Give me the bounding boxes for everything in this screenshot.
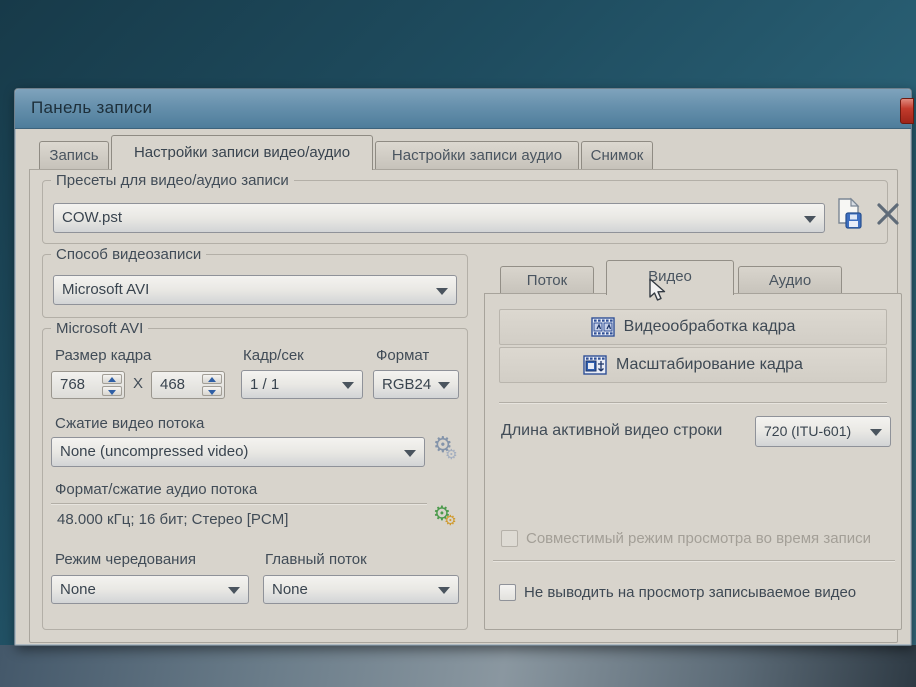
preset-selected-value: COW.pst xyxy=(62,209,122,226)
video-compression-label: Сжатие видео потока xyxy=(55,415,204,432)
frame-scaling-button[interactable]: Масштабирование кадра xyxy=(499,347,887,383)
recording-panel-window: Панель записи Запись Настройки записи ви… xyxy=(14,88,912,646)
audio-format-value: 48.000 кГц; 16 бит; Стерео [PCM] xyxy=(57,511,288,528)
frame-processing-button[interactable]: Видеообработка кадра xyxy=(499,309,887,345)
interlace-selected: None xyxy=(60,581,96,598)
frame-size-x-separator: X xyxy=(133,375,143,392)
video-method-group: Способ видеозаписи Microsoft AVI xyxy=(42,254,468,318)
rtab-stream[interactable]: Поток xyxy=(500,266,594,294)
frame-height-value: 468 xyxy=(160,376,185,393)
close-button[interactable] xyxy=(900,98,914,124)
avi-settings-group: Microsoft AVI Размер кадра 768 X 468 xyxy=(42,328,468,630)
checkbox-unchecked[interactable] xyxy=(501,530,518,547)
photo-of-monitor: Панель записи Запись Настройки записи ви… xyxy=(0,0,916,687)
spin-up-button[interactable] xyxy=(202,374,222,384)
compat-preview-label: Совместимый режим просмотра во время зап… xyxy=(526,530,871,547)
no-preview-label: Не выводить на просмотр записываемое вид… xyxy=(524,584,856,601)
chevron-down-icon xyxy=(342,382,354,389)
video-tab-panel: Видеообработка кадра Масштабирование кад… xyxy=(484,293,902,630)
rtab-video[interactable]: Видео xyxy=(606,260,734,295)
format-selected: RGB24 xyxy=(382,376,431,393)
no-preview-checkbox-row[interactable]: Не выводить на просмотр записываемое вид… xyxy=(499,584,895,601)
active-line-length-selected: 720 (ITU-601) xyxy=(764,423,851,439)
main-stream-combobox[interactable]: None xyxy=(263,575,459,604)
tab-video-audio-settings[interactable]: Настройки записи видео/аудио xyxy=(111,135,373,170)
frame-height-spinner[interactable]: 468 xyxy=(151,371,225,399)
delete-preset-button[interactable] xyxy=(875,201,901,227)
spin-down-button[interactable] xyxy=(202,386,222,396)
preset-combobox[interactable]: COW.pst xyxy=(53,203,825,233)
divider xyxy=(499,402,887,403)
video-method-selected: Microsoft AVI xyxy=(62,281,149,298)
filmstrip-scaling-icon xyxy=(583,355,607,375)
active-line-length-label: Длина активной видео строки xyxy=(501,422,722,440)
frame-width-spinner[interactable]: 768 xyxy=(51,371,125,399)
tab-snapshot[interactable]: Снимок xyxy=(581,141,653,169)
desktop-background xyxy=(0,645,916,687)
window-title: Панель записи xyxy=(31,98,152,118)
frame-size-label: Размер кадра xyxy=(55,347,151,364)
chevron-down-icon xyxy=(804,216,816,223)
tabpage-video-audio: Пресеты для видео/аудио записи COW.pst xyxy=(29,169,898,643)
filmstrip-processing-icon xyxy=(591,317,615,337)
main-stream-selected: None xyxy=(272,581,308,598)
compat-preview-checkbox-row: Совместимый режим просмотра во время зап… xyxy=(501,530,893,547)
interlace-label: Режим чередования xyxy=(55,551,196,568)
chevron-down-icon xyxy=(228,587,240,594)
video-method-group-label: Способ видеозаписи xyxy=(51,246,206,263)
avi-group-label: Microsoft AVI xyxy=(51,320,148,337)
active-line-length-combobox[interactable]: 720 (ITU-601) xyxy=(755,416,891,447)
video-method-combobox[interactable]: Microsoft AVI xyxy=(53,275,457,305)
presets-group-label: Пресеты для видео/аудио записи xyxy=(51,172,294,189)
checkbox-unchecked[interactable] xyxy=(499,584,516,601)
main-stream-label: Главный поток xyxy=(265,551,367,568)
audio-format-label: Формат/сжатие аудио потока xyxy=(55,481,257,498)
tab-record[interactable]: Запись xyxy=(39,141,109,169)
mouse-cursor xyxy=(648,278,670,309)
close-x-icon xyxy=(875,201,901,227)
fps-label: Кадр/сек xyxy=(243,347,304,364)
video-compression-selected: None (uncompressed video) xyxy=(60,443,248,460)
format-combobox[interactable]: RGB24 xyxy=(373,370,459,399)
spin-down-button[interactable] xyxy=(102,386,122,396)
fps-selected: 1 / 1 xyxy=(250,376,279,393)
chevron-down-icon xyxy=(404,450,416,457)
presets-group: Пресеты для видео/аудио записи COW.pst xyxy=(42,180,888,244)
tab-audio-settings[interactable]: Настройки записи аудио xyxy=(375,141,579,169)
frame-processing-label: Видеообработка кадра xyxy=(624,318,796,336)
spin-up-button[interactable] xyxy=(102,374,122,384)
video-compression-combobox[interactable]: None (uncompressed video) xyxy=(51,437,425,467)
fps-combobox[interactable]: 1 / 1 xyxy=(241,370,363,399)
video-codec-settings-button[interactable]: ⚙ ⚙ xyxy=(433,435,463,467)
gear-icon: ⚙ xyxy=(445,448,458,462)
save-file-icon xyxy=(835,197,863,231)
gear-icon: ⚙ xyxy=(444,514,457,528)
divider xyxy=(51,503,427,504)
rtab-audio[interactable]: Аудио xyxy=(738,266,842,294)
frame-scaling-label: Масштабирование кадра xyxy=(616,356,803,374)
titlebar[interactable]: Панель записи xyxy=(15,89,911,129)
interlace-combobox[interactable]: None xyxy=(51,575,249,604)
save-preset-button[interactable] xyxy=(835,197,863,231)
chevron-down-icon xyxy=(870,429,882,436)
audio-codec-settings-button[interactable]: ⚙ ⚙ xyxy=(433,503,463,535)
divider xyxy=(493,560,895,561)
chevron-down-icon xyxy=(436,288,448,295)
frame-width-value: 768 xyxy=(60,376,85,393)
chevron-down-icon xyxy=(438,382,450,389)
format-label: Формат xyxy=(376,347,429,364)
chevron-down-icon xyxy=(438,587,450,594)
